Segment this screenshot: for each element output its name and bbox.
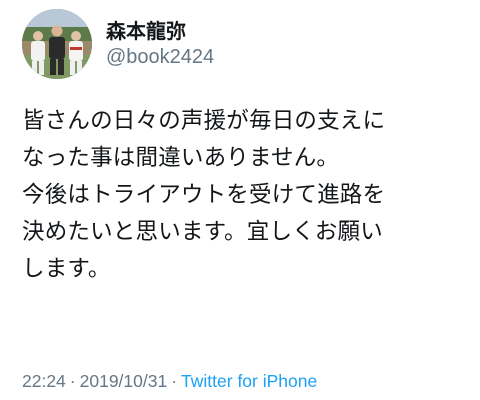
tweet-text-line: 皆さんの日々の声援が毎日の支えに <box>22 108 386 134</box>
display-name[interactable]: 森本龍弥 <box>106 18 214 44</box>
user-names: 森本龍弥 @book2424 <box>106 18 214 70</box>
tweet-text-line: します。 <box>22 256 111 282</box>
avatar-photo <box>22 9 92 79</box>
tweet-text-line: なった事は間違いありません。 <box>22 145 340 171</box>
tweet-text: 皆さんの日々の声援が毎日の支えに なった事は間違いありません。 今後はトライアウ… <box>22 103 467 288</box>
user-handle[interactable]: @book2424 <box>106 44 214 70</box>
tweet-text-line: 決めたいと思います。宜しくお願い <box>22 219 383 245</box>
tweet-time[interactable]: 22:24 <box>22 371 66 391</box>
meta-separator: · <box>171 371 178 391</box>
tweet-card: 森本龍弥 @book2424 皆さんの日々の声援が毎日の支えに なった事は間違い… <box>0 0 480 400</box>
meta-separator: · <box>69 371 76 391</box>
tweet-date[interactable]: 2019/10/31 <box>80 371 168 391</box>
tweet-source-link[interactable]: Twitter for iPhone <box>181 371 317 391</box>
tweet-header: 森本龍弥 @book2424 <box>22 8 214 80</box>
tweet-meta: 22:24 · 2019/10/31 · Twitter for iPhone <box>22 369 317 393</box>
tweet-text-line: 今後はトライアウトを受けて進路を <box>22 182 386 208</box>
avatar[interactable] <box>22 9 92 79</box>
